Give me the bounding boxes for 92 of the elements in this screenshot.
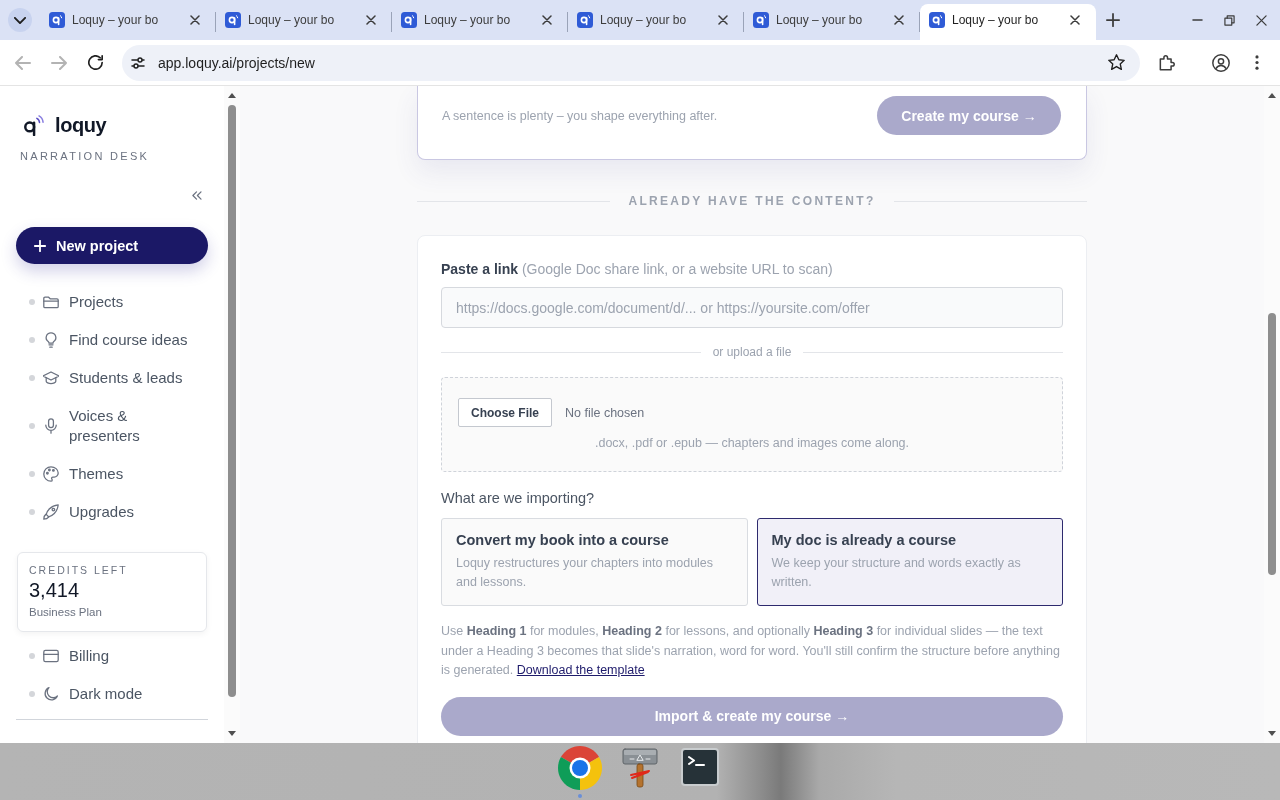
option-description: Loquy restructures your chapters into modules and lessons.: [456, 555, 715, 591]
scrollbar-thumb[interactable]: [1268, 313, 1276, 575]
favicon-icon: [929, 12, 945, 28]
question-label: What are we importing?: [441, 489, 596, 508]
puzzle-icon[interactable]: [1158, 54, 1176, 71]
nav-item[interactable]: Voices & presenters: [0, 397, 224, 455]
profile-icon[interactable]: [1212, 53, 1230, 72]
upload-dropzone[interactable]: Choose File No file chosen .docx, .pdf or .epub — chapters and images come along.: [441, 377, 1063, 472]
dot-icon: [29, 337, 35, 343]
nav-item[interactable]: Find course ideas: [0, 321, 224, 359]
favicon-icon: [577, 12, 593, 28]
nav-item[interactable]: Dark mode: [0, 675, 224, 713]
option-card[interactable]: Convert my book into a course Loquy restructures your chapters into modules and lessons.: [441, 518, 748, 606]
close-icon[interactable]: [190, 15, 200, 25]
field-label: Paste a link (Google Doc share link, or a website URL to scan): [441, 260, 834, 279]
link-input[interactable]: https://docs.google.com/document/d/... or https://yoursite.com/offer: [441, 287, 1063, 328]
dot-icon: [29, 299, 35, 305]
browser-tab[interactable]: Loquy – your bo: [216, 4, 392, 40]
scrollbar-thumb[interactable]: [228, 105, 236, 697]
logo-icon: [23, 114, 44, 136]
nav-item[interactable]: Students & leads: [0, 359, 224, 397]
scroll-up-icon[interactable]: [1268, 93, 1276, 98]
plus-icon: [34, 239, 46, 252]
dot-icon: [29, 423, 35, 429]
close-icon[interactable]: [718, 15, 728, 25]
favicon-icon: [753, 12, 769, 28]
graduation-cap-icon: [43, 370, 59, 386]
credit-card-icon: [43, 648, 59, 664]
terminal-icon[interactable]: [681, 748, 719, 786]
running-indicator-icon: [578, 794, 582, 798]
favicon-icon: [49, 12, 65, 28]
tagline: NARRATION DESK: [20, 149, 150, 163]
address-bar[interactable]: app.loquy.ai/projects/new: [122, 44, 1140, 81]
file-status-text: No file chosen: [565, 405, 645, 420]
browser-tab[interactable]: Loquy – your bo: [920, 4, 1096, 40]
browser-icon[interactable]: [556, 744, 604, 792]
scroll-down-icon[interactable]: [228, 731, 236, 736]
plan-name: Business Plan: [29, 605, 103, 619]
dot-icon: [29, 509, 35, 515]
dot-icon: [29, 691, 35, 697]
menu-icon[interactable]: [1255, 55, 1259, 70]
section-heading: ALREADY HAVE THE CONTENT?: [628, 194, 876, 208]
divider-label: or upload a file: [712, 345, 792, 359]
dot-icon: [29, 375, 35, 381]
palette-icon: [43, 466, 59, 482]
favicon-icon: [225, 12, 241, 28]
close-icon[interactable]: [542, 15, 552, 25]
tab-search-button[interactable]: [8, 8, 32, 32]
folder-icon: [43, 294, 59, 310]
scroll-down-icon[interactable]: [1268, 731, 1276, 736]
dot-icon: [29, 653, 35, 659]
browser-tab[interactable]: Loquy – your bo: [392, 4, 568, 40]
microphone-icon: [43, 418, 59, 434]
hint-text: A sentence is plenty – you shape everything after.: [442, 108, 718, 123]
mallet-icon[interactable]: [622, 748, 658, 788]
close-icon[interactable]: [1070, 15, 1080, 25]
browser-tab[interactable]: Loquy – your bo: [40, 4, 216, 40]
brand-name: loquy: [55, 113, 107, 137]
credits-label: CREDITS LEFT: [29, 563, 129, 577]
nav-item[interactable]: Upgrades: [0, 493, 224, 531]
rocket-icon: [43, 504, 59, 520]
dot-icon: [29, 471, 35, 477]
option-title: Convert my book into a course: [456, 531, 670, 550]
choose-file-button[interactable]: Choose File: [458, 398, 552, 427]
credits-value: 3,414: [29, 578, 81, 602]
star-icon[interactable]: [1108, 54, 1125, 71]
scroll-up-icon[interactable]: [228, 93, 236, 98]
moon-icon: [43, 686, 59, 702]
collapse-chevrons-icon[interactable]: [191, 191, 202, 200]
favicon-icon: [401, 12, 417, 28]
minimize-icon[interactable]: [1191, 19, 1203, 21]
nav-item[interactable]: Billing: [0, 637, 224, 675]
close-icon[interactable]: [894, 15, 904, 25]
close-icon[interactable]: [366, 15, 376, 25]
help-text: Use Heading 1 for modules, Heading 2 for lessons, and optionally Heading 3 for individual slides — the text under a Heading 3 becomes that slide's narration, word for word. You'll still confirm the structure before anything is generated. Download the template: [441, 623, 1061, 679]
option-title: My doc is already a course: [771, 531, 958, 550]
template-link[interactable]: Download the template: [516, 663, 645, 677]
browser-tab[interactable]: Loquy – your bo: [744, 4, 920, 40]
chevron-down-icon: [14, 16, 26, 24]
reload-icon[interactable]: [87, 55, 103, 70]
plus-icon[interactable]: [1106, 13, 1120, 27]
site-settings-icon[interactable]: [130, 54, 146, 71]
nav-item[interactable]: Themes: [0, 455, 224, 493]
new-project-button[interactable]: New project: [16, 227, 208, 264]
file-hint-text: .docx, .pdf or .epub — chapters and images come along.: [593, 435, 911, 451]
close-icon[interactable]: [1255, 14, 1267, 26]
option-card[interactable]: My doc is already a course We keep your structure and words exactly as written.: [756, 518, 1063, 606]
nav-item[interactable]: Projects: [0, 283, 224, 321]
browser-tab[interactable]: Loquy – your bo: [568, 4, 744, 40]
option-description: We keep your structure and words exactly as written.: [771, 555, 1022, 591]
lightbulb-icon: [43, 332, 59, 348]
restore-icon[interactable]: [1223, 14, 1235, 26]
